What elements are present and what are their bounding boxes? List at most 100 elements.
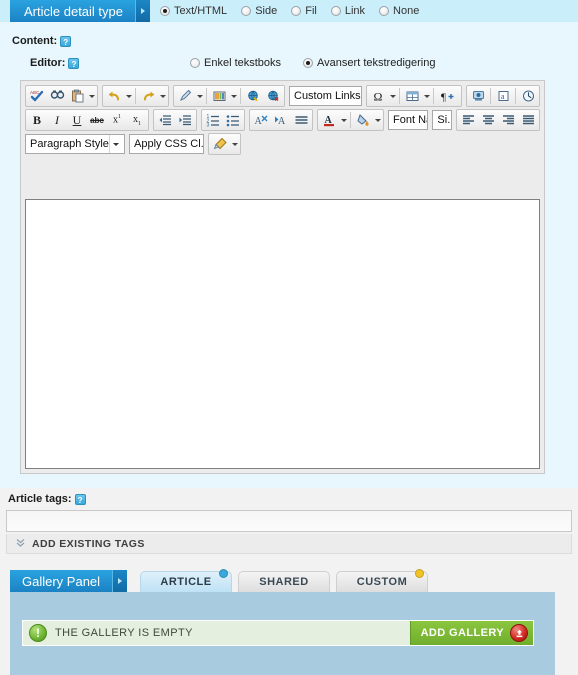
paragraph-mark-button[interactable]: ¶: [436, 87, 460, 106]
insert-form-button[interactable]: a: [493, 87, 513, 106]
radio-option-none[interactable]: None: [379, 5, 419, 17]
radio-label: Fil: [305, 5, 317, 17]
pencil-edit-button[interactable]: [175, 87, 195, 106]
editor-content-area[interactable]: [25, 199, 540, 469]
custom-links-select[interactable]: Custom Links: [289, 86, 362, 106]
toolbar-separator: [515, 88, 516, 104]
apply-css-class-select[interactable]: Apply CSS Cl...: [129, 134, 204, 154]
chevron-double-down-icon[interactable]: [15, 537, 26, 551]
redo-dropdown-caret[interactable]: [158, 87, 167, 106]
toolbar-separator: [135, 88, 136, 104]
article-tags-help-icon[interactable]: ?: [74, 494, 86, 505]
undo-dropdown-caret[interactable]: [124, 87, 133, 106]
add-existing-tags-row[interactable]: ADD EXISTING TAGS: [6, 534, 572, 554]
toolbar-group-objects: Ω ¶: [366, 85, 462, 107]
insert-media-button[interactable]: [468, 87, 488, 106]
insert-table-button[interactable]: [402, 87, 422, 106]
svg-text:ABC: ABC: [30, 90, 40, 95]
insert-link-button[interactable]: [243, 87, 263, 106]
underline-button[interactable]: U: [67, 111, 87, 130]
gallery-panel-section: Gallery Panel ARTICLE SHARED CUSTOM ! TH…: [0, 569, 578, 675]
radio-option-enkel-tekstboks[interactable]: Enkel tekstboks: [190, 57, 281, 69]
insert-date-time-button[interactable]: [518, 87, 538, 106]
increase-indent-button[interactable]: [175, 111, 195, 130]
section-tab-article-detail-type[interactable]: Article detail type: [10, 0, 150, 22]
editor-help-icon[interactable]: ?: [68, 58, 80, 69]
radio-indicator[interactable]: [291, 6, 302, 16]
undo-button[interactable]: [104, 87, 124, 106]
add-gallery-button[interactable]: ADD GALLERY: [409, 621, 533, 645]
font-name-select[interactable]: Font Name: [388, 110, 429, 130]
superscript-button[interactable]: x1: [107, 111, 127, 130]
blockquote-button[interactable]: [291, 111, 311, 130]
bold-button[interactable]: B: [27, 111, 47, 130]
radio-indicator[interactable]: [241, 6, 252, 16]
special-character-dropdown-caret[interactable]: [388, 87, 397, 106]
radio-indicator[interactable]: [379, 6, 390, 16]
tab-custom[interactable]: CUSTOM: [336, 569, 428, 592]
align-right-button[interactable]: [498, 111, 518, 130]
chevron-down-icon[interactable]: [360, 87, 361, 105]
format-painter-dropdown-caret[interactable]: [230, 135, 239, 154]
toolbar-separator: [350, 112, 351, 128]
radio-option-fil[interactable]: Fil: [291, 5, 317, 17]
radio-label: Avansert tekstredigering: [317, 57, 436, 69]
font-size-select-value: Si...: [437, 114, 451, 126]
section-tab-gallery-panel[interactable]: Gallery Panel: [10, 570, 128, 592]
spellcheck-button[interactable]: ABC: [27, 87, 47, 106]
toolbar-group-history: [102, 85, 169, 107]
italic-button[interactable]: I: [47, 111, 67, 130]
decrease-indent-button[interactable]: [155, 111, 175, 130]
align-left-button[interactable]: [458, 111, 478, 130]
tab-article-badge-icon: [219, 569, 228, 578]
gallery-panel-expand-arrow[interactable]: [112, 570, 128, 592]
paste-dropdown-caret[interactable]: [87, 87, 96, 106]
gallery-panel-body: ! THE GALLERY IS EMPTY ADD GALLERY: [10, 592, 555, 675]
radio-option-text-html[interactable]: Text/HTML: [160, 5, 227, 17]
remove-link-button[interactable]: [263, 87, 283, 106]
radio-option-side[interactable]: Side: [241, 5, 277, 17]
font-color-button[interactable]: A: [319, 111, 339, 130]
radio-indicator[interactable]: [303, 58, 314, 68]
tab-article[interactable]: ARTICLE: [140, 569, 232, 592]
content-help-icon[interactable]: ?: [60, 36, 72, 47]
subscript-button[interactable]: x1: [127, 111, 147, 130]
text-direction-button[interactable]: A: [271, 111, 291, 130]
highlight-color-button[interactable]: [353, 111, 373, 130]
radio-indicator[interactable]: [160, 6, 170, 16]
paragraph-style-select[interactable]: Paragraph Style: [25, 134, 125, 154]
redo-button[interactable]: [138, 87, 158, 106]
insert-image-dropdown-caret[interactable]: [229, 87, 238, 106]
section-tab-expand-arrow[interactable]: [135, 0, 150, 22]
section-tab-label: Article detail type: [10, 0, 135, 22]
insert-table-dropdown-caret[interactable]: [422, 87, 431, 106]
format-painter-button[interactable]: [210, 135, 230, 154]
align-justify-button[interactable]: [518, 111, 538, 130]
radio-indicator[interactable]: [190, 58, 200, 68]
special-character-button[interactable]: Ω: [368, 87, 388, 106]
paste-button[interactable]: [67, 87, 87, 106]
article-tags-input[interactable]: [6, 510, 572, 532]
toolbar-group-alignment: [456, 109, 540, 131]
chevron-down-icon[interactable]: [109, 135, 122, 153]
font-color-dropdown-caret[interactable]: [339, 111, 348, 130]
toolbar-separator: [433, 88, 434, 104]
radio-option-avansert-tekstredigering[interactable]: Avansert tekstredigering: [303, 57, 435, 69]
bulleted-list-button[interactable]: [223, 111, 243, 130]
font-size-select[interactable]: Si...: [432, 110, 452, 130]
editor-label: Editor:: [30, 57, 66, 69]
tab-shared[interactable]: SHARED: [238, 571, 330, 592]
find-replace-button[interactable]: [47, 87, 67, 106]
numbered-list-button[interactable]: 123: [203, 111, 223, 130]
radio-option-link[interactable]: Link: [330, 5, 365, 17]
exclamation-icon: !: [29, 624, 47, 642]
radio-indicator[interactable]: [330, 6, 341, 16]
pencil-dropdown-caret[interactable]: [195, 87, 204, 106]
align-center-button[interactable]: [478, 111, 498, 130]
gallery-empty-message: THE GALLERY IS EMPTY: [55, 627, 193, 639]
highlight-color-dropdown-caret[interactable]: [373, 111, 382, 130]
strikethrough-button[interactable]: abc: [87, 111, 107, 130]
tab-custom-badge-icon: [415, 569, 424, 578]
remove-formatting-button[interactable]: A: [251, 111, 271, 130]
insert-image-button[interactable]: [209, 87, 229, 106]
